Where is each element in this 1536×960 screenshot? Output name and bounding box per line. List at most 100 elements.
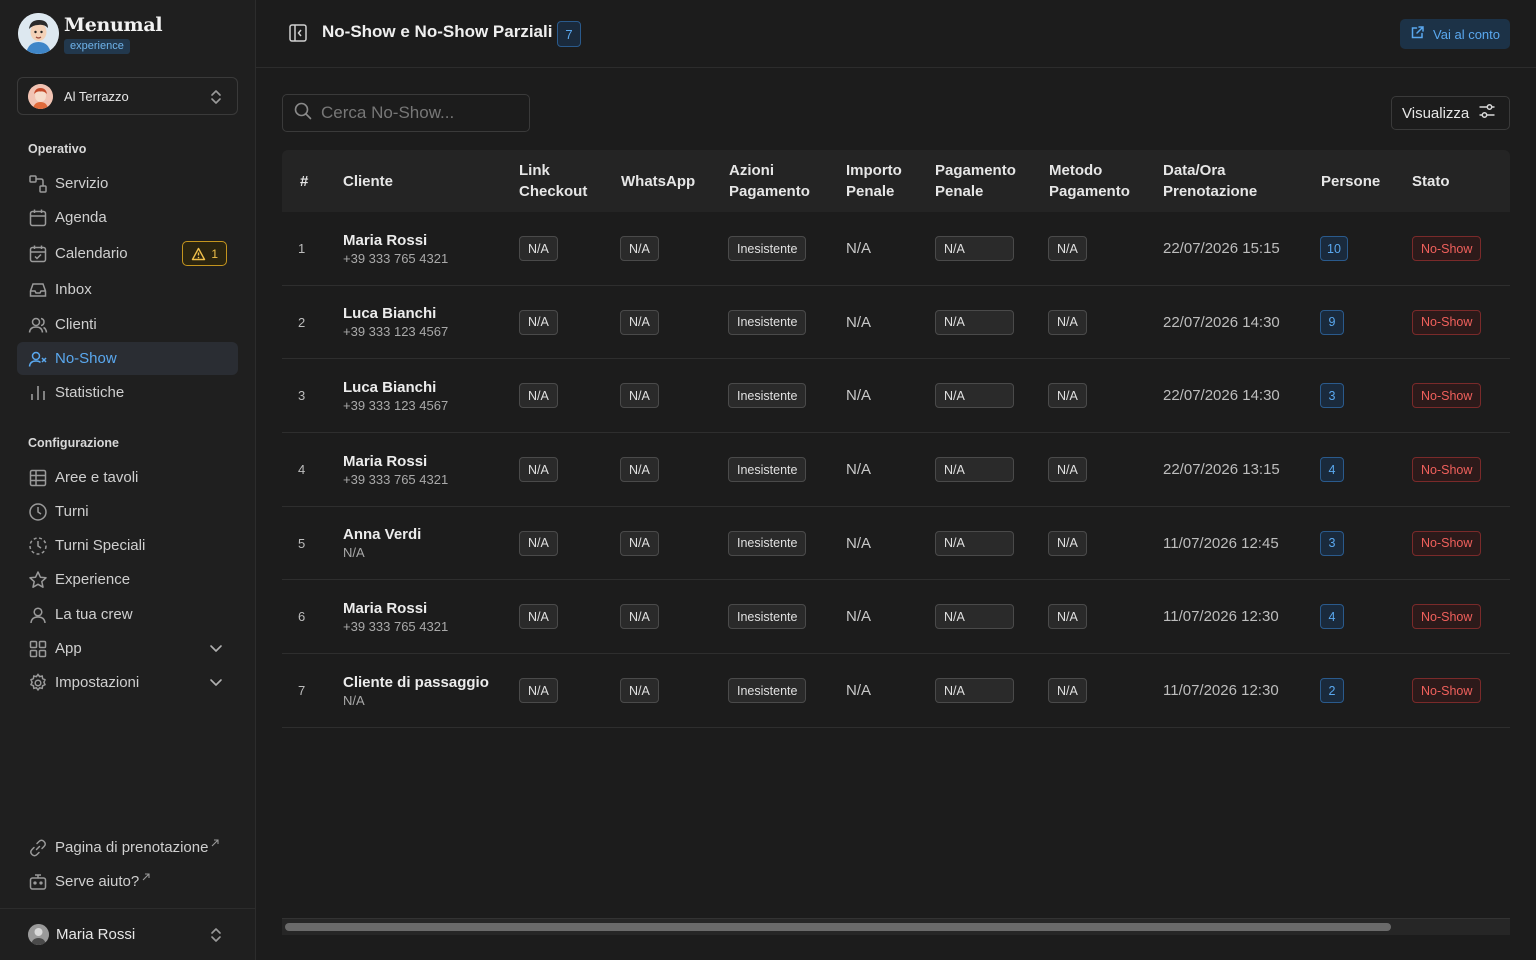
checkout-link-pill: N/A: [519, 678, 558, 704]
gear-icon: [27, 672, 48, 693]
sidebar-item-inbox[interactable]: Inbox: [17, 273, 238, 306]
table-row[interactable]: 6 Maria Rossi +39 333 765 4321 N/A N/A Inesis…: [282, 580, 1510, 655]
table-row[interactable]: 5 Anna Verdi N/A N/A N/A Inesistente N/A N/A N/A…: [282, 507, 1510, 581]
sidebar-toggle-icon[interactable]: [288, 23, 308, 48]
calendar-check-icon: [27, 243, 48, 264]
table-row[interactable]: 7 Cliente di passaggio N/A N/A N/A Inesistent…: [282, 654, 1510, 728]
sidebar-item-label: Servizio: [55, 175, 109, 192]
status-badge: No-Show: [1412, 678, 1482, 704]
payment-action-pill: Inesistente: [728, 678, 807, 704]
booking-datetime: 22/07/2026 15:15: [1163, 240, 1280, 257]
sidebar-item-label: Aree e tavoli: [55, 469, 139, 486]
sidebar-item-statistiche[interactable]: Statistiche: [17, 376, 238, 409]
payment-method-pill: N/A: [1048, 236, 1087, 261]
sidebar-item-turni-speciali[interactable]: Turni Speciali: [17, 529, 238, 562]
client-phone: +39 333 123 4567: [343, 324, 449, 340]
client-name[interactable]: Luca Bianchi: [343, 305, 448, 322]
checkout-link-pill: N/A: [519, 604, 558, 630]
client-phone: +39 333 765 4321: [343, 471, 449, 487]
view-options-button[interactable]: Visualizza: [1391, 96, 1510, 130]
users-icon: [27, 314, 48, 335]
scrollbar-thumb[interactable]: [285, 923, 1391, 931]
brand[interactable]: Menumal experience: [18, 13, 163, 54]
guests-badge: 3: [1320, 530, 1344, 556]
no-show-table: # Cliente Link Checkout WhatsApp Azioni Pa…: [282, 150, 1510, 728]
client-name[interactable]: Maria Rossi: [343, 453, 448, 470]
client-name[interactable]: Luca Bianchi: [343, 379, 448, 396]
venue-avatar: [28, 83, 53, 109]
payment-action-pill: Inesistente: [728, 457, 807, 483]
sidebar-item-crew[interactable]: La tua crew: [17, 598, 238, 631]
brand-name: Menumal: [64, 13, 163, 36]
row-index: 5: [298, 535, 306, 551]
section-operativo: Operativo: [28, 142, 87, 156]
client-name[interactable]: Maria Rossi: [343, 600, 448, 617]
guests-badge: 10: [1320, 236, 1348, 261]
sidebar-item-agenda[interactable]: Agenda: [17, 201, 238, 234]
guests-badge: 4: [1320, 457, 1344, 483]
sidebar-item-turni[interactable]: Turni: [17, 495, 238, 528]
booking-datetime: 11/07/2026 12:45: [1163, 534, 1279, 552]
col-importo-1: Importo: [846, 162, 902, 179]
sidebar-item-calendario[interactable]: Calendario 1: [17, 237, 238, 270]
sidebar-item-label: Statistiche: [55, 384, 125, 401]
col-link-2: Checkout: [519, 183, 588, 200]
row-index: 4: [298, 462, 306, 478]
sidebar-item-servizio[interactable]: Servizio: [17, 167, 238, 200]
client-name[interactable]: Maria Rossi: [343, 232, 448, 249]
booking-page-link[interactable]: Pagina di prenotazione: [17, 831, 238, 864]
brand-logo: [18, 13, 59, 54]
client-name[interactable]: Anna Verdi: [343, 526, 421, 543]
sidebar-item-impostazioni[interactable]: Impostazioni: [17, 666, 238, 699]
penalty-amount: N/A: [846, 387, 872, 405]
sidebar-item-clienti[interactable]: Clienti: [17, 308, 238, 341]
apps-icon: [27, 638, 48, 659]
status-badge: No-Show: [1412, 383, 1482, 409]
col-stato: Stato: [1412, 172, 1450, 190]
table-row[interactable]: 2 Luca Bianchi +39 333 123 4567 N/A N/A Inesi…: [282, 286, 1510, 360]
client-name[interactable]: Cliente di passaggio: [343, 674, 489, 691]
penalty-amount: N/A: [846, 534, 872, 552]
horizontal-scrollbar[interactable]: [282, 918, 1510, 935]
row-index: 1: [298, 241, 306, 256]
status-badge: No-Show: [1412, 309, 1482, 335]
sidebar-item-experience[interactable]: Experience: [17, 563, 238, 596]
go-to-bill-button[interactable]: Vai al conto: [1400, 19, 1510, 49]
help-link[interactable]: Serve aiuto?: [17, 865, 238, 898]
brand-tag: experience: [64, 38, 130, 54]
venue-selector[interactable]: Al Terrazzo: [17, 77, 238, 115]
search-input[interactable]: [321, 103, 521, 123]
alert-badge-count: 1: [211, 246, 218, 261]
search-box[interactable]: [282, 94, 530, 132]
sidebar-item-app[interactable]: App: [17, 632, 238, 665]
col-metodo-1: Metodo: [1049, 162, 1103, 179]
col-index: #: [300, 172, 309, 190]
link-icon: [27, 837, 48, 858]
sidebar-item-label: Agenda: [55, 209, 107, 226]
chevron-down-icon: [208, 674, 224, 694]
table-row[interactable]: 1 Maria Rossi +39 333 765 4321 N/A N/A Inesis…: [282, 212, 1510, 286]
table-row[interactable]: 4 Maria Rossi +39 333 765 4321 N/A N/A Inesis…: [282, 433, 1510, 507]
user-x-icon: [27, 348, 48, 369]
whatsapp-pill: N/A: [620, 309, 659, 335]
star-icon: [27, 569, 48, 590]
col-data-1: Data/Ora: [1163, 162, 1226, 179]
sidebar-item-label: App: [55, 640, 82, 657]
payment-method-pill: N/A: [1048, 383, 1087, 409]
sidebar-item-label: Inbox: [55, 281, 92, 298]
table-row[interactable]: 3 Luca Bianchi +39 333 123 4567 N/A N/A Inesi…: [282, 359, 1510, 434]
guests-badge: 9: [1320, 309, 1344, 335]
booking-datetime: 11/07/2026 12:30: [1163, 608, 1279, 626]
penalty-amount: N/A: [846, 240, 872, 257]
col-azioni-1: Azioni: [729, 162, 774, 179]
inbox-icon: [27, 279, 48, 300]
section-configurazione: Configurazione: [28, 436, 119, 450]
user-menu[interactable]: Maria Rossi: [0, 908, 256, 960]
row-index: 6: [298, 609, 306, 625]
sidebar-item-aree-tavoli[interactable]: Aree e tavoli: [17, 461, 238, 494]
checkout-link-pill: N/A: [519, 530, 558, 556]
col-pagpen-1: Pagamento: [935, 162, 1016, 179]
payment-method-pill: N/A: [1048, 309, 1087, 335]
sidebar-item-no-show[interactable]: No-Show: [17, 342, 238, 375]
whatsapp-pill: N/A: [620, 604, 659, 630]
